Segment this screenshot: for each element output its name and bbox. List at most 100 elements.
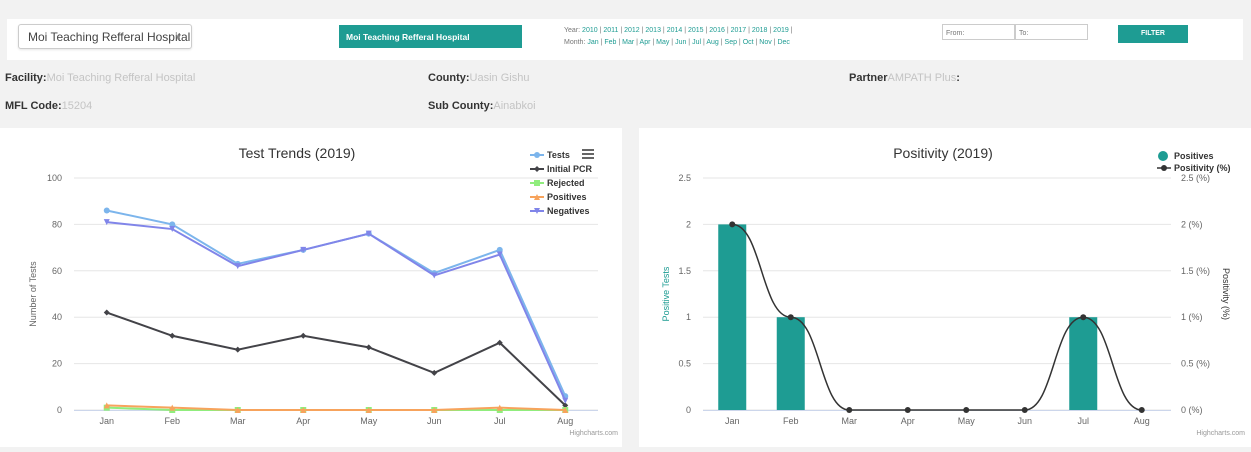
y2-tick-label: 1 (%) xyxy=(1181,312,1203,322)
year-link-2013[interactable]: 2013 xyxy=(643,27,661,34)
year-link-2018[interactable]: 2018 xyxy=(750,27,768,34)
x-tick-label: Jan xyxy=(725,416,740,426)
year-link-2015[interactable]: 2015 xyxy=(686,27,704,34)
month-prefix: Month: xyxy=(564,39,586,46)
subcounty-value: Ainabkoi xyxy=(493,100,536,112)
legend-item-label: Tests xyxy=(547,150,570,160)
x-tick-label: Mar xyxy=(230,416,246,426)
month-link-oct[interactable]: Oct xyxy=(741,39,754,46)
facility-button[interactable]: Moi Teaching Refferal Hospital xyxy=(339,25,522,48)
facility-select-value: Moi Teaching Refferal Hospital xyxy=(28,30,191,44)
year-link-2016[interactable]: 2016 xyxy=(707,27,725,34)
y-tick-label: 40 xyxy=(52,312,62,322)
from-date-input[interactable] xyxy=(942,24,1015,40)
legend-marker xyxy=(534,166,540,172)
month-link-jan[interactable]: Jan xyxy=(587,39,598,46)
year-link-2011[interactable]: 2011 xyxy=(601,27,618,34)
data-point xyxy=(904,407,911,413)
facility-label: Facility: xyxy=(5,72,47,84)
positivity-chart: Positivity (2019) 0 0 (%) 0.5 0.5 (%) 1 1 (%) 1… xyxy=(661,145,1245,437)
positivity-panel: Positivity (2019) 0 0 (%) 0.5 0.5 (%) 1 1 (%) 1… xyxy=(639,128,1251,447)
month-link-jun[interactable]: Jun xyxy=(673,39,686,46)
mfl-label: MFL Code: xyxy=(5,100,62,112)
x-tick-label: Mar xyxy=(842,416,858,426)
year-link-2012[interactable]: 2012 xyxy=(622,27,640,34)
county-label: County: xyxy=(428,72,470,84)
legend-marker xyxy=(1158,151,1168,161)
month-link-sep[interactable]: Sep xyxy=(723,39,737,46)
partner-value: AMPATH Plus xyxy=(887,72,957,84)
y-tick-label: 1 xyxy=(686,312,691,322)
menu-icon-bar xyxy=(582,153,594,155)
y-tick-label: 80 xyxy=(52,219,62,229)
data-point xyxy=(300,332,307,339)
x-tick-label: Jun xyxy=(1017,416,1032,426)
y-tick-label: 0 xyxy=(57,405,62,415)
month-link-aug[interactable]: Aug xyxy=(705,39,718,46)
test-trends-panel: Test Trends (2019) 0 20 40 60 80 100 Jan Feb Mar A… xyxy=(0,128,622,447)
partner-info: PartnerAMPATH Plus: xyxy=(849,72,960,84)
facility-info: Facility:Moi Teaching Refferal Hospital xyxy=(5,72,195,84)
legend-item-label: Negatives xyxy=(547,206,590,216)
year-link-2014[interactable]: 2014 xyxy=(665,27,683,34)
bar-feb xyxy=(776,317,805,410)
subcounty-label: Sub County: xyxy=(428,100,494,112)
facility-select[interactable]: Moi Teaching Refferal Hospital ▼ xyxy=(18,24,192,49)
data-point xyxy=(729,221,736,228)
legend-item-label: Positivity (%) xyxy=(1174,163,1231,173)
month-link-mar[interactable]: Mar xyxy=(620,39,634,46)
y-tick-label: 0.5 xyxy=(678,359,691,369)
month-link-jul[interactable]: Jul xyxy=(690,39,701,46)
legend-marker xyxy=(1161,165,1167,171)
credits-label: Highcharts.com xyxy=(569,430,618,437)
data-point xyxy=(1021,407,1028,413)
credits-label: Highcharts.com xyxy=(1196,430,1245,437)
month-link-feb[interactable]: Feb xyxy=(602,39,616,46)
y2-tick-label: 1.5 (%) xyxy=(1181,266,1210,276)
data-point xyxy=(846,407,853,413)
county-info: County:Uasin Gishu xyxy=(428,72,529,84)
menu-icon-bar xyxy=(582,149,594,151)
year-links: Year: 2010 | 2011 | 2012 | 2013 | 2014 |… xyxy=(564,27,793,34)
data-point xyxy=(787,314,794,321)
bar-jul xyxy=(1069,317,1098,410)
year-link-2010[interactable]: 2010 xyxy=(582,27,598,34)
x-tick-label: Jul xyxy=(1077,416,1089,426)
legend-marker xyxy=(534,152,540,158)
year-link-2017[interactable]: 2017 xyxy=(729,27,747,34)
year-link-2019[interactable]: 2019 xyxy=(771,27,789,34)
month-link-apr[interactable]: Apr xyxy=(638,39,651,46)
bar-jan xyxy=(718,224,747,410)
y-tick-label: 1.5 xyxy=(678,266,691,276)
y-axis-title: Number of Tests xyxy=(28,261,38,327)
data-point xyxy=(169,332,176,339)
series-line-negatives xyxy=(106,221,567,402)
link-separator: | xyxy=(788,27,793,34)
data-point xyxy=(431,369,438,376)
subcounty-info: Sub County:Ainabkoi xyxy=(428,100,536,112)
y-tick-label: 2.5 xyxy=(678,173,691,183)
menu-icon[interactable] xyxy=(582,149,594,159)
test-trends-chart: Test Trends (2019) 0 20 40 60 80 100 Jan Feb Mar A… xyxy=(28,145,618,437)
facility-value: Moi Teaching Refferal Hospital xyxy=(46,72,196,84)
y2-tick-label: 0.5 (%) xyxy=(1181,359,1210,369)
legend-item-label: Positives xyxy=(547,192,587,202)
filter-bar: Moi Teaching Refferal Hospital ▼ Moi Tea… xyxy=(7,19,1243,60)
month-link-may[interactable]: May xyxy=(654,39,669,46)
data-point xyxy=(1080,314,1087,321)
data-point xyxy=(103,309,110,316)
y2-tick-label: 2.5 (%) xyxy=(1181,173,1210,183)
x-tick-label: Aug xyxy=(557,416,573,426)
county-value: Uasin Gishu xyxy=(469,72,530,84)
data-point xyxy=(963,407,970,413)
legend-item-label: Initial PCR xyxy=(547,164,593,174)
y-tick-label: 60 xyxy=(52,266,62,276)
month-link-nov[interactable]: Nov xyxy=(757,39,771,46)
to-date-input[interactable] xyxy=(1015,24,1088,40)
series-line-tests xyxy=(106,209,567,397)
filter-button[interactable]: FILTER xyxy=(1118,25,1188,43)
data-point xyxy=(103,207,110,214)
y-tick-label: 100 xyxy=(47,173,62,183)
month-link-dec[interactable]: Dec xyxy=(776,39,789,46)
partner-label: Partner xyxy=(849,72,888,84)
